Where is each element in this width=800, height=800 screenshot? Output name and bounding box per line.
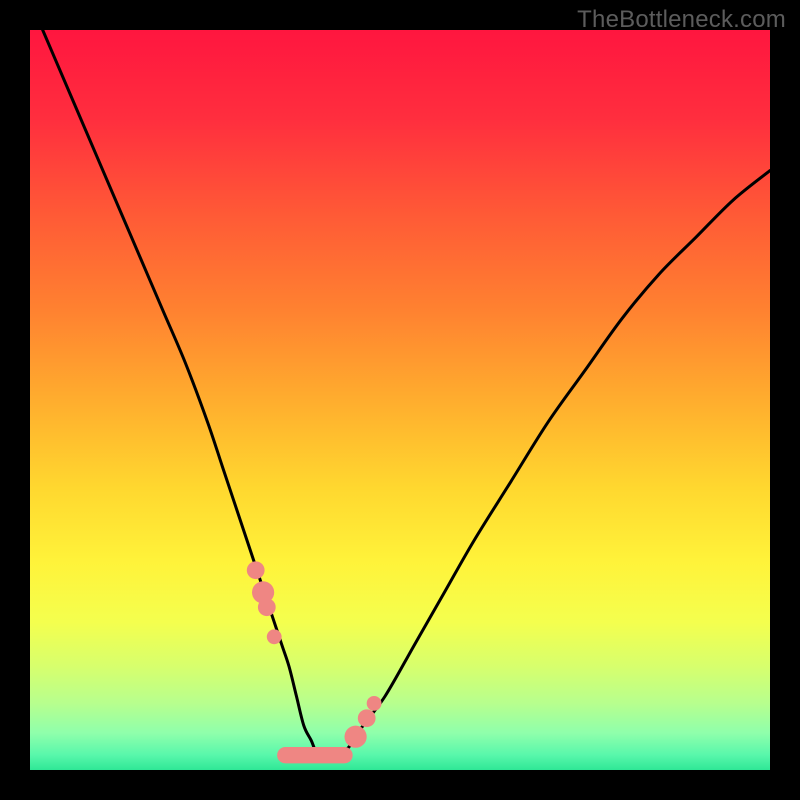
curve-layer [30,30,770,770]
chart-frame: TheBottleneck.com [0,0,800,800]
marker-dot [358,709,376,727]
marker-dot [367,696,382,711]
markers-group [247,561,382,747]
marker-dot [267,629,282,644]
marker-dot [258,598,276,616]
plot-area [30,30,770,770]
marker-dot [345,726,367,748]
bottleneck-curve [30,30,770,757]
marker-dot [247,561,265,579]
watermark-text: TheBottleneck.com [577,6,786,34]
